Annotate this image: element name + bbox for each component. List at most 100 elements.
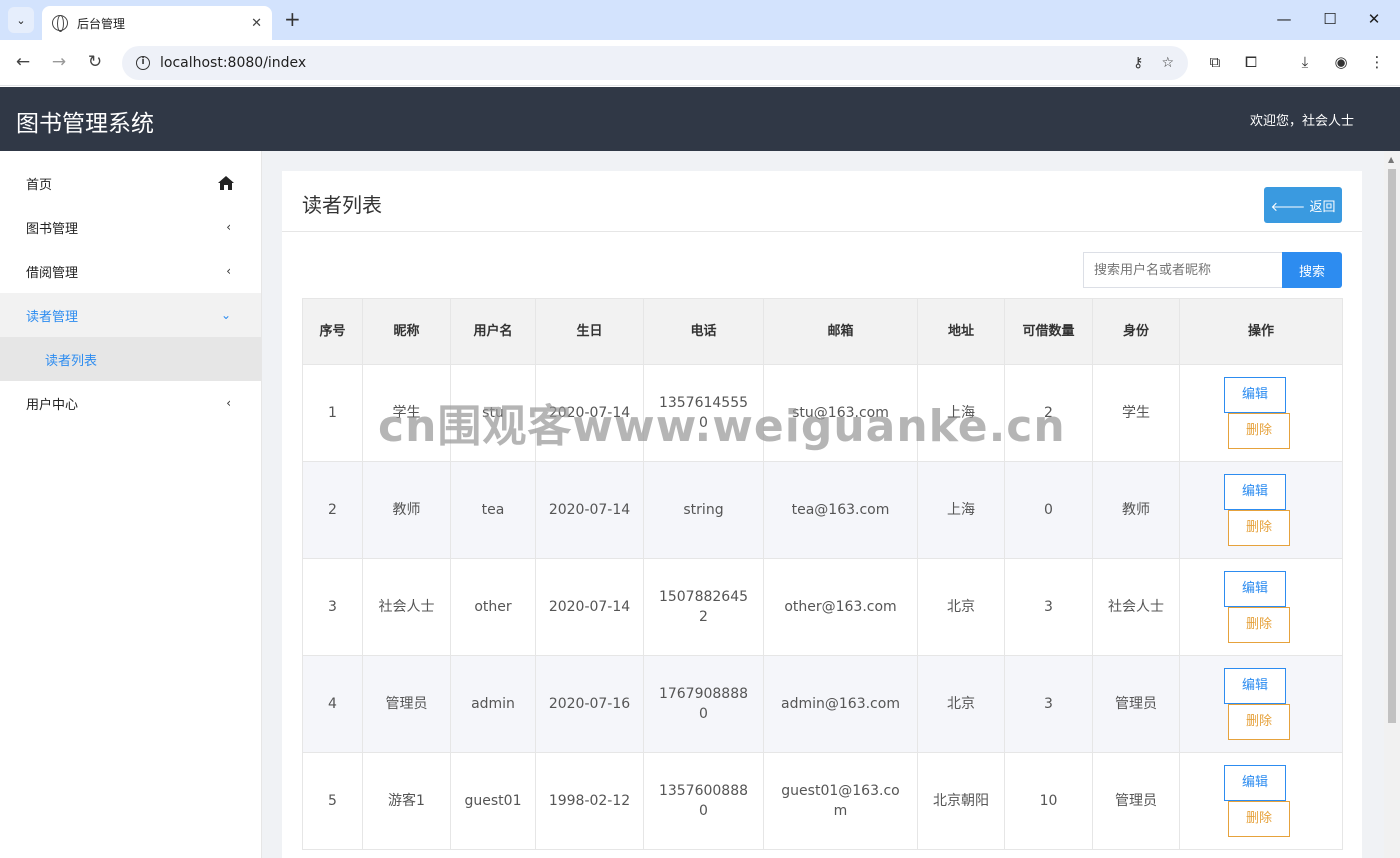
delete-button[interactable]: 删除 bbox=[1228, 704, 1290, 740]
search-button[interactable]: 搜索 bbox=[1282, 252, 1342, 288]
tab-close-icon[interactable]: ✕ bbox=[251, 16, 262, 31]
cell-birthday: 2020-07-14 bbox=[535, 461, 644, 559]
browser-tab[interactable]: 后台管理 ✕ bbox=[42, 6, 272, 40]
maximize-icon[interactable]: ☐ bbox=[1320, 10, 1340, 28]
cell-role: 管理员 bbox=[1092, 655, 1180, 753]
cell-nickname: 管理员 bbox=[362, 655, 451, 753]
profile-icon[interactable]: ◉ bbox=[1331, 53, 1351, 71]
cell-address: 北京 bbox=[917, 558, 1005, 656]
table-row: 4 管理员 admin 2020-07-16 17679088880 admin… bbox=[302, 655, 1343, 753]
cell-phone: 13576145550 bbox=[643, 364, 764, 462]
delete-button[interactable]: 删除 bbox=[1228, 413, 1290, 449]
cell-birthday: 1998-02-12 bbox=[535, 752, 644, 850]
edit-button[interactable]: 编辑 bbox=[1224, 765, 1286, 801]
column-header: 昵称 bbox=[362, 298, 451, 365]
tab-search-chevron-icon[interactable]: ⌄ bbox=[8, 7, 34, 33]
sidebar: 首页 图书管理 ‹ 借阅管理 ‹ 读者管理 ⌄ 读者列表 用户中心 ‹ bbox=[0, 151, 262, 858]
table-row: 1 学生 stu 2020-07-14 13576145550 stu@163.… bbox=[302, 364, 1343, 462]
column-header: 地址 bbox=[917, 298, 1005, 365]
page-scrollbar[interactable]: ▲ bbox=[1384, 151, 1400, 858]
cell-index: 4 bbox=[302, 655, 363, 753]
address-bar[interactable]: i localhost:8080/index ⚷ ☆ bbox=[122, 46, 1188, 80]
cell-phone: 13576008880 bbox=[643, 752, 764, 850]
cell-actions: 编辑 删除 bbox=[1179, 655, 1343, 753]
cell-role: 社会人士 bbox=[1092, 558, 1180, 656]
scroll-up-arrow-icon[interactable]: ▲ bbox=[1388, 155, 1394, 164]
crop-screenshot-icon[interactable]: ⧉ bbox=[1205, 53, 1225, 71]
chevron-left-icon: ‹ bbox=[226, 396, 231, 410]
column-header: 用户名 bbox=[450, 298, 536, 365]
cell-email: admin@163.com bbox=[763, 655, 918, 753]
forward-arrow-icon[interactable]: → bbox=[49, 53, 69, 71]
column-header: 邮箱 bbox=[763, 298, 918, 365]
cell-username: other bbox=[450, 558, 536, 656]
sidebar-item-reader-list[interactable]: 读者列表 bbox=[0, 337, 261, 381]
browser-toolbar: ← → ↻ i localhost:8080/index ⚷ ☆ ⧉ ⧠ ⤓ ◉… bbox=[0, 40, 1400, 86]
table-row: 3 社会人士 other 2020-07-14 15078826452 othe… bbox=[302, 558, 1343, 656]
card-header: 读者列表 🡐 返回 bbox=[282, 171, 1362, 232]
more-menu-icon[interactable]: ⋮ bbox=[1367, 53, 1387, 71]
cell-email: stu@163.com bbox=[763, 364, 918, 462]
cell-role: 管理员 bbox=[1092, 752, 1180, 850]
search-input[interactable] bbox=[1083, 252, 1283, 288]
download-icon[interactable]: ⤓ bbox=[1295, 53, 1315, 71]
cell-address: 北京朝阳 bbox=[917, 752, 1005, 850]
column-header: 可借数量 bbox=[1004, 298, 1093, 365]
sidebar-item-books[interactable]: 图书管理 ‹ bbox=[0, 205, 261, 249]
cell-phone: string bbox=[643, 461, 764, 559]
sidebar-item-borrow[interactable]: 借阅管理 ‹ bbox=[0, 249, 261, 293]
welcome-text: 欢迎您，社会人士 bbox=[1249, 114, 1354, 129]
delete-button[interactable]: 删除 bbox=[1228, 801, 1290, 837]
column-header: 序号 bbox=[302, 298, 363, 365]
cell-email: guest01@163.com bbox=[763, 752, 918, 850]
cell-username: admin bbox=[450, 655, 536, 753]
sidebar-item-label: 借阅管理 bbox=[26, 265, 79, 281]
scrollbar-thumb[interactable] bbox=[1388, 169, 1396, 723]
window-close-icon[interactable]: ✕ bbox=[1364, 10, 1384, 28]
back-arrow-icon[interactable]: ← bbox=[13, 53, 33, 71]
delete-button[interactable]: 删除 bbox=[1228, 607, 1290, 643]
site-info-icon[interactable]: i bbox=[136, 56, 150, 70]
password-key-icon[interactable]: ⚷ bbox=[1133, 55, 1143, 71]
cell-username: guest01 bbox=[450, 752, 536, 850]
cell-birthday: 2020-07-14 bbox=[535, 364, 644, 462]
edit-button[interactable]: 编辑 bbox=[1224, 377, 1286, 413]
edit-button[interactable]: 编辑 bbox=[1224, 474, 1286, 510]
cell-actions: 编辑 删除 bbox=[1179, 752, 1343, 850]
bookmark-star-icon[interactable]: ☆ bbox=[1161, 55, 1174, 71]
reader-list-card: 读者列表 🡐 返回 搜索 序号 昵称 用户名 生日 电话 邮箱 地址 可借数量 bbox=[282, 171, 1362, 858]
edit-button[interactable]: 编辑 bbox=[1224, 571, 1286, 607]
new-tab-icon[interactable]: + bbox=[284, 9, 301, 29]
cell-nickname: 教师 bbox=[362, 461, 451, 559]
table-row: 2 教师 tea 2020-07-14 string tea@163.com 上… bbox=[302, 461, 1343, 559]
cell-email: tea@163.com bbox=[763, 461, 918, 559]
extensions-icon[interactable]: ⧠ bbox=[1241, 53, 1261, 71]
delete-button[interactable]: 删除 bbox=[1228, 510, 1290, 546]
chevron-down-icon: ⌄ bbox=[220, 308, 231, 322]
edit-button[interactable]: 编辑 bbox=[1224, 668, 1286, 704]
sidebar-item-home[interactable]: 首页 bbox=[0, 161, 261, 205]
sidebar-item-readers[interactable]: 读者管理 ⌄ bbox=[0, 293, 261, 337]
cell-phone: 15078826452 bbox=[643, 558, 764, 656]
chevron-left-icon: ‹ bbox=[226, 220, 231, 234]
sidebar-item-user-center[interactable]: 用户中心 ‹ bbox=[0, 381, 261, 425]
table-header-row: 序号 昵称 用户名 生日 电话 邮箱 地址 可借数量 身份 操作 bbox=[302, 298, 1343, 365]
cell-actions: 编辑 删除 bbox=[1179, 461, 1343, 559]
cell-email: other@163.com bbox=[763, 558, 918, 656]
browser-tabstrip: ⌄ 后台管理 ✕ + — ☐ ✕ bbox=[0, 0, 1400, 40]
app-brand[interactable]: 图书管理系统 bbox=[16, 104, 154, 138]
table-row: 5 游客1 guest01 1998-02-12 13576008880 gue… bbox=[302, 752, 1343, 850]
reload-icon[interactable]: ↻ bbox=[85, 53, 105, 71]
column-header: 生日 bbox=[535, 298, 644, 365]
minimize-icon[interactable]: — bbox=[1274, 10, 1294, 28]
cell-quota: 3 bbox=[1004, 655, 1093, 753]
cell-quota: 2 bbox=[1004, 364, 1093, 462]
cell-birthday: 2020-07-16 bbox=[535, 655, 644, 753]
back-button[interactable]: 🡐 返回 bbox=[1264, 187, 1342, 223]
app-header: 图书管理系统 欢迎您，社会人士 bbox=[0, 87, 1400, 151]
cell-index: 3 bbox=[302, 558, 363, 656]
column-header: 身份 bbox=[1092, 298, 1180, 365]
cell-phone: 17679088880 bbox=[643, 655, 764, 753]
cell-nickname: 社会人士 bbox=[362, 558, 451, 656]
url-text[interactable]: localhost:8080/index bbox=[160, 55, 1115, 71]
